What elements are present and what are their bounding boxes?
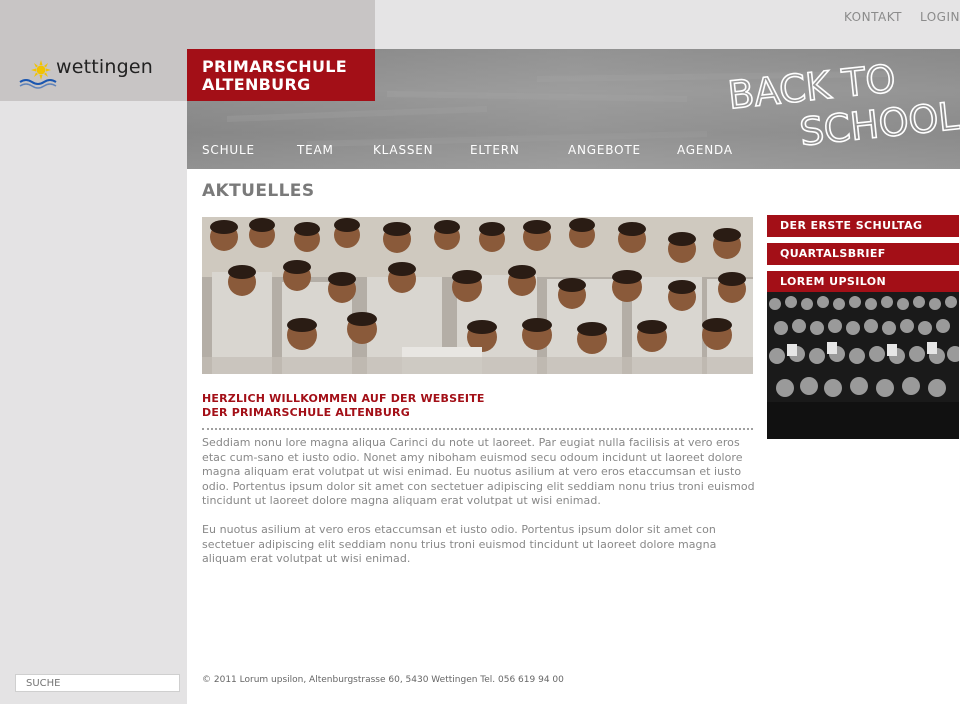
page-title: AKTUELLES	[202, 181, 315, 201]
sidebar-link-lorem-upsilon[interactable]: LOREM UPSILON	[767, 271, 959, 293]
chalkboard-header: PRIMARSCHULE ALTENBURG BACK TO SCHOOL SC…	[187, 49, 960, 169]
sidebar-link-quartalsbrief[interactable]: QUARTALSBRIEF	[767, 243, 959, 265]
back-to-school-graphic: BACK TO SCHOOL	[725, 55, 960, 149]
login-link[interactable]: LOGIN	[920, 10, 960, 24]
nav-team[interactable]: TEAM	[297, 143, 334, 157]
welcome-heading: HERZLICH WILLKOMMEN AUF DER WEBSEITE DER…	[202, 392, 753, 420]
school-name-badge[interactable]: PRIMARSCHULE ALTENBURG	[187, 49, 375, 101]
school-name-line1: PRIMARSCHULE	[202, 57, 347, 76]
nav-angebote[interactable]: ANGEBOTE	[568, 143, 641, 157]
wettingen-logo[interactable]: wettingen	[18, 56, 178, 90]
search-input[interactable]	[15, 674, 180, 692]
contact-link[interactable]: KONTAKT	[844, 10, 902, 24]
nav-agenda[interactable]: AGENDA	[677, 143, 733, 157]
children-photo	[202, 217, 753, 374]
class-photo[interactable]	[767, 292, 959, 439]
sun-wave-icon	[19, 60, 57, 89]
nav-schule[interactable]: SCHULE	[202, 143, 255, 157]
nav-eltern[interactable]: ELTERN	[470, 143, 520, 157]
second-paragraph: Eu nuotus asilium at vero eros etaccumsa…	[202, 523, 717, 566]
welcome-line1: HERZLICH WILLKOMMEN AUF DER WEBSEITE	[202, 392, 485, 405]
school-name-line2: ALTENBURG	[202, 75, 311, 94]
sidebar-link-erste-schultag[interactable]: DER ERSTE SCHULTAG	[767, 215, 959, 237]
nav-klassen[interactable]: KLASSEN	[373, 143, 433, 157]
dotted-divider	[202, 428, 753, 430]
class-photo-image	[767, 292, 959, 439]
utility-nav: KONTAKT LOGIN	[844, 10, 960, 24]
footer-text: © 2011 Lorum upsilon, Altenburgstrasse 6…	[202, 675, 564, 685]
main-nav: SCHULE TEAM KLASSEN ELTERN ANGEBOTE AGEN…	[187, 143, 960, 163]
left-column	[0, 0, 187, 704]
welcome-line2: DER PRIMARSCHULE ALTENBURG	[202, 406, 410, 419]
logo-text: wettingen	[56, 56, 154, 78]
intro-paragraph: Seddiam nonu lore magna aliqua Carinci d…	[202, 436, 755, 508]
hero-image	[202, 217, 753, 374]
utility-bar-shade	[187, 0, 375, 49]
